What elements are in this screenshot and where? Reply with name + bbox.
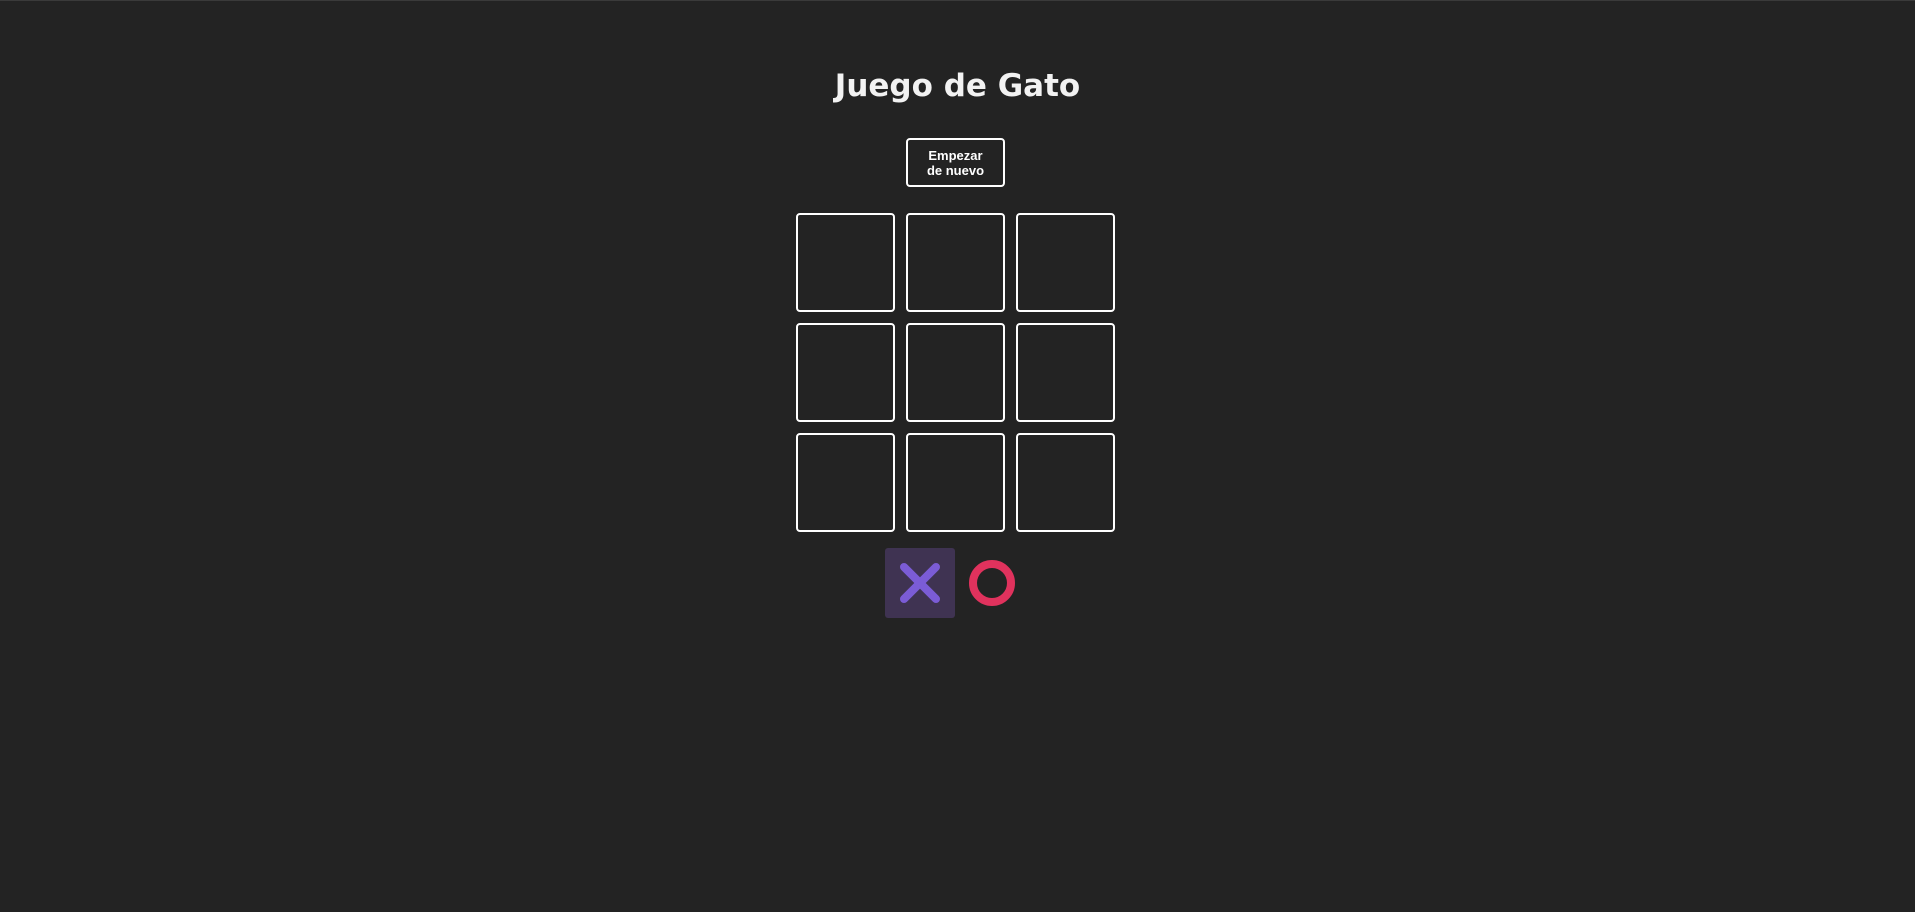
- board-cell-4[interactable]: [796, 323, 895, 422]
- window-top-border: [0, 0, 1915, 1]
- board-cell-8[interactable]: [906, 433, 1005, 532]
- reset-button[interactable]: Empezar de nuevo: [906, 138, 1005, 187]
- page-title: Juego de Gato: [834, 68, 1081, 104]
- board-cell-3[interactable]: [1016, 213, 1115, 312]
- o-circle-icon: [969, 560, 1015, 606]
- turn-o[interactable]: [957, 548, 1027, 618]
- board-cell-6[interactable]: [1016, 323, 1115, 422]
- board-cell-2[interactable]: [906, 213, 1005, 312]
- game-app: Juego de Gato Empezar de nuevo: [0, 0, 1915, 912]
- x-mark-icon: [900, 563, 940, 603]
- board-cell-5[interactable]: [906, 323, 1005, 422]
- board-cell-9[interactable]: [1016, 433, 1115, 532]
- turn-indicator: [885, 548, 1027, 618]
- game-board: [796, 213, 1116, 533]
- turn-x[interactable]: [885, 548, 955, 618]
- board-cell-7[interactable]: [796, 433, 895, 532]
- board-cell-1[interactable]: [796, 213, 895, 312]
